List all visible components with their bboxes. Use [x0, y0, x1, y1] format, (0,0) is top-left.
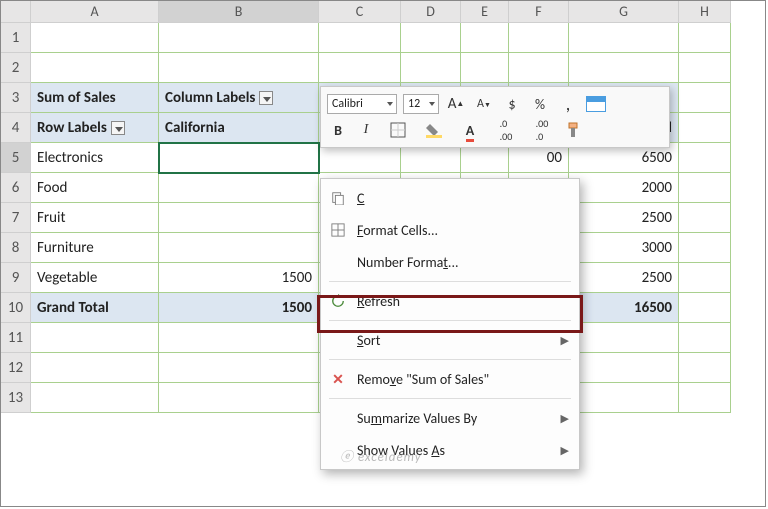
cell-g6[interactable]: 2000: [569, 173, 679, 203]
pivot-grand-total-row[interactable]: Grand Total: [31, 293, 159, 323]
col-header-c[interactable]: C: [319, 1, 401, 23]
chevron-right-icon: ▶: [561, 444, 569, 457]
ctx-remove[interactable]: ✕ Remove "Sum of Sales": [321, 363, 579, 395]
ctx-copy-label: C: [357, 190, 569, 207]
refresh-icon: [329, 294, 347, 308]
pivot-col-california[interactable]: California: [159, 113, 319, 143]
row-header-7[interactable]: 7: [1, 203, 31, 233]
ctx-summarize[interactable]: Summarize Values By ▶: [321, 402, 579, 434]
watermark: ⓔ exceldemy: [340, 446, 422, 465]
fill-color-icon[interactable]: [419, 119, 449, 141]
ctx-separator: [329, 320, 571, 321]
format-as-table-icon[interactable]: [585, 93, 607, 115]
pivot-row-fruit[interactable]: Fruit: [31, 203, 159, 233]
ctx-separator: [329, 281, 571, 282]
pivot-column-labels[interactable]: Column Labels: [159, 83, 319, 113]
ctx-remove-label: Remove "Sum of Sales": [357, 371, 569, 388]
row-header-12[interactable]: 12: [1, 353, 31, 383]
column-labels-dropdown-icon[interactable]: [259, 91, 273, 105]
row-header-1[interactable]: 1: [1, 23, 31, 53]
row-header-6[interactable]: 6: [1, 173, 31, 203]
ctx-separator: [329, 398, 571, 399]
increase-font-icon[interactable]: A▲: [445, 93, 467, 115]
ctx-number-format[interactable]: Number Format...: [321, 246, 579, 278]
chevron-right-icon: ▶: [561, 334, 569, 347]
format-cells-icon: [329, 223, 347, 237]
row-header-9[interactable]: 9: [1, 263, 31, 293]
pivot-row-vegetable[interactable]: Vegetable: [31, 263, 159, 293]
remove-icon: ✕: [329, 371, 347, 388]
ctx-sort[interactable]: Sort ▶: [321, 324, 579, 356]
row-header-3[interactable]: 3: [1, 83, 31, 113]
accounting-format-icon[interactable]: $: [501, 93, 523, 115]
increase-decimal-icon[interactable]: .0.00: [491, 119, 521, 141]
row-labels-dropdown-icon[interactable]: [111, 121, 125, 135]
col-header-e[interactable]: E: [461, 1, 509, 23]
pivot-row-electronics[interactable]: Electronics: [31, 143, 159, 173]
font-color-icon[interactable]: A: [455, 119, 485, 141]
comma-format-icon[interactable]: ,: [557, 93, 579, 115]
format-painter-icon[interactable]: [563, 119, 585, 141]
decrease-decimal-icon[interactable]: .00.0: [527, 119, 557, 141]
mini-toolbar: Calibri 12 A▲ A▼ $ % , B I A .0.00 .00.0: [320, 86, 670, 148]
pivot-row-furniture[interactable]: Furniture: [31, 233, 159, 263]
col-header-g[interactable]: G: [569, 1, 679, 23]
select-all-corner[interactable]: [1, 1, 31, 23]
ctx-sort-label: Sort: [357, 332, 551, 349]
row-header-8[interactable]: 8: [1, 233, 31, 263]
col-header-f[interactable]: F: [509, 1, 569, 23]
pivot-row-food[interactable]: Food: [31, 173, 159, 203]
borders-icon[interactable]: [383, 119, 413, 141]
row-header-10[interactable]: 10: [1, 293, 31, 323]
cell-g9[interactable]: 2500: [569, 263, 679, 293]
col-header-d[interactable]: D: [401, 1, 461, 23]
ctx-format-cells[interactable]: Format Cells...: [321, 214, 579, 246]
ctx-separator: [329, 359, 571, 360]
context-menu: C Format Cells... Number Format... Refre…: [320, 178, 580, 470]
active-cell-b5[interactable]: [159, 143, 319, 173]
col-header-b[interactable]: B: [159, 1, 319, 23]
row-header-13[interactable]: 13: [1, 383, 31, 413]
ctx-number-format-label: Number Format...: [357, 254, 569, 271]
ctx-copy[interactable]: C: [321, 182, 579, 214]
ctx-summarize-label: Summarize Values By: [357, 410, 551, 427]
row-header-2[interactable]: 2: [1, 53, 31, 83]
pivot-row-labels[interactable]: Row Labels: [31, 113, 159, 143]
cell-g8[interactable]: 3000: [569, 233, 679, 263]
copy-icon: [329, 191, 347, 205]
decrease-font-icon[interactable]: A▼: [473, 93, 495, 115]
cell-b9[interactable]: 1500: [159, 263, 319, 293]
row-header-4[interactable]: 4: [1, 113, 31, 143]
font-name-select[interactable]: Calibri: [327, 94, 397, 114]
cell-g10[interactable]: 16500: [569, 293, 679, 323]
row-header-11[interactable]: 11: [1, 323, 31, 353]
italic-icon[interactable]: I: [355, 119, 377, 141]
col-header-h[interactable]: H: [679, 1, 731, 23]
ctx-refresh[interactable]: Refresh: [321, 285, 579, 317]
ctx-format-cells-label: Format Cells...: [357, 222, 569, 239]
cell-b10[interactable]: 1500: [159, 293, 319, 323]
col-header-a[interactable]: A: [31, 1, 159, 23]
row-header-5[interactable]: 5: [1, 143, 31, 173]
pivot-sum-label[interactable]: Sum of Sales: [31, 83, 159, 113]
ctx-refresh-label: Refresh: [357, 293, 569, 310]
cell-g7[interactable]: 2500: [569, 203, 679, 233]
percent-format-icon[interactable]: %: [529, 93, 551, 115]
font-size-select[interactable]: 12: [403, 94, 439, 114]
chevron-right-icon: ▶: [561, 412, 569, 425]
bold-icon[interactable]: B: [327, 119, 349, 141]
